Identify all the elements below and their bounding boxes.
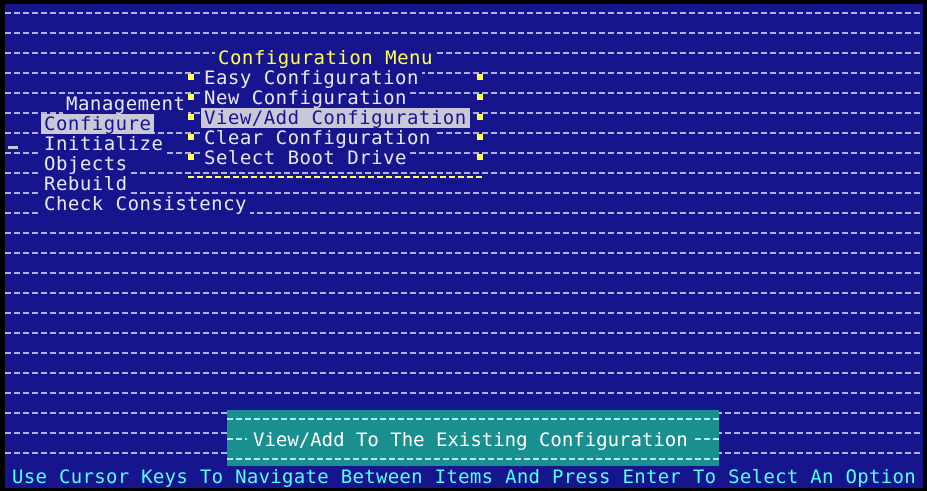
help-line: Use Cursor Keys To Navigate Between Item… xyxy=(5,466,923,488)
menu-marker-icon xyxy=(477,74,483,80)
main-menu-rebuild[interactable]: Rebuild xyxy=(41,174,131,194)
main-menu-configure[interactable]: Configure xyxy=(41,114,155,134)
menu-marker-icon xyxy=(188,114,194,120)
config-menu-bottom-border xyxy=(188,176,483,178)
menu-marker-icon xyxy=(188,74,194,80)
main-menu-objects[interactable]: Objects xyxy=(41,154,131,174)
menu-marker-icon xyxy=(477,134,483,140)
menu-marker-icon xyxy=(188,134,194,140)
status-description-box: View/Add To The Existing Configuration xyxy=(227,410,719,470)
menu-marker-icon xyxy=(188,154,194,160)
config-menu-easy-configuration[interactable]: Easy Configuration xyxy=(201,68,422,88)
main-menu-initialize[interactable]: Initialize xyxy=(41,134,167,154)
config-menu-clear-configuration[interactable]: Clear Configuration xyxy=(201,128,434,148)
menu-marker-icon xyxy=(188,94,194,100)
main-menu-management[interactable]: Management xyxy=(63,94,189,114)
main-menu-check-consistency[interactable]: Check Consistency xyxy=(41,194,250,214)
config-menu-title: Configuration Menu xyxy=(215,48,436,68)
text-cursor xyxy=(8,146,18,149)
status-description-text: View/Add To The Existing Configuration xyxy=(247,430,694,450)
config-menu-view-add-configuration[interactable]: View/Add Configuration xyxy=(201,108,470,128)
menu-marker-icon xyxy=(477,154,483,160)
menu-marker-icon xyxy=(477,94,483,100)
menu-marker-icon xyxy=(477,114,483,120)
dotted-background xyxy=(5,4,923,464)
config-menu-select-boot-drive[interactable]: Select Boot Drive xyxy=(201,148,410,168)
bios-screen: Management Configure Initialize Objects … xyxy=(5,4,923,488)
config-menu-new-configuration[interactable]: New Configuration xyxy=(201,88,410,108)
